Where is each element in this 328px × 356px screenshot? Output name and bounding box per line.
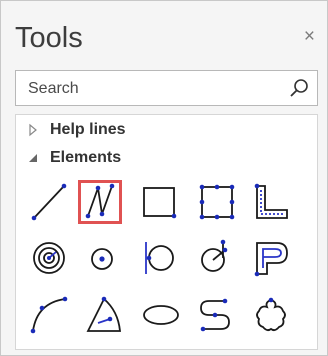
circle-center-tool[interactable] bbox=[81, 237, 123, 279]
arc-tool[interactable] bbox=[28, 294, 70, 336]
p-shape-tool-icon bbox=[254, 242, 288, 277]
circle-center-tool-icon bbox=[91, 248, 113, 270]
circle-tangent-tool[interactable] bbox=[138, 237, 180, 279]
cloud-shape-tool[interactable] bbox=[250, 294, 292, 336]
polyline-tool-icon bbox=[85, 183, 115, 219]
search-box bbox=[15, 70, 318, 106]
tree-node-help-lines[interactable]: Help lines bbox=[26, 121, 126, 139]
search-icon[interactable] bbox=[289, 78, 309, 98]
s-curve-tool[interactable] bbox=[194, 294, 236, 336]
p-shape-tool[interactable] bbox=[250, 237, 292, 279]
rectangle-points-tool-icon bbox=[199, 184, 235, 220]
corner-profile-tool-icon bbox=[254, 183, 288, 219]
arc-sector-tool[interactable] bbox=[83, 294, 125, 336]
cloud-shape-tool-icon bbox=[256, 297, 286, 332]
expand-triangle-icon[interactable] bbox=[26, 123, 40, 137]
arc-tool-icon bbox=[30, 296, 68, 334]
circle-offset-tool-icon bbox=[201, 239, 228, 272]
arc-sector-tool-icon bbox=[86, 296, 121, 332]
line-tool-icon bbox=[31, 183, 67, 221]
rectangle-tool-icon bbox=[143, 187, 177, 219]
concentric-circles-tool[interactable] bbox=[28, 237, 70, 279]
close-icon[interactable]: × bbox=[304, 23, 315, 51]
concentric-circles-tool-icon bbox=[33, 242, 65, 274]
tools-grid bbox=[16, 179, 317, 349]
collapse-triangle-icon[interactable] bbox=[26, 151, 40, 165]
tools-panel: Tools × Help lines Elements bbox=[0, 0, 328, 356]
panel-title: Tools bbox=[15, 22, 83, 54]
tree-node-elements[interactable]: Elements bbox=[26, 149, 121, 167]
rectangle-points-tool[interactable] bbox=[196, 181, 238, 223]
corner-profile-tool[interactable] bbox=[250, 181, 292, 223]
rectangle-tool[interactable] bbox=[138, 181, 180, 223]
s-curve-tool-icon bbox=[200, 298, 230, 332]
circle-tangent-tool-icon bbox=[145, 242, 174, 274]
tree-node-label: Help lines bbox=[50, 121, 126, 138]
line-tool[interactable] bbox=[28, 181, 70, 223]
polyline-tool[interactable] bbox=[78, 180, 122, 224]
ellipse-tool[interactable] bbox=[140, 294, 182, 336]
circle-offset-tool[interactable] bbox=[194, 237, 236, 279]
tools-tree: Help lines Elements bbox=[15, 114, 318, 350]
ellipse-tool-icon bbox=[143, 305, 179, 325]
tree-node-label: Elements bbox=[50, 149, 122, 166]
search-input[interactable] bbox=[26, 77, 280, 101]
